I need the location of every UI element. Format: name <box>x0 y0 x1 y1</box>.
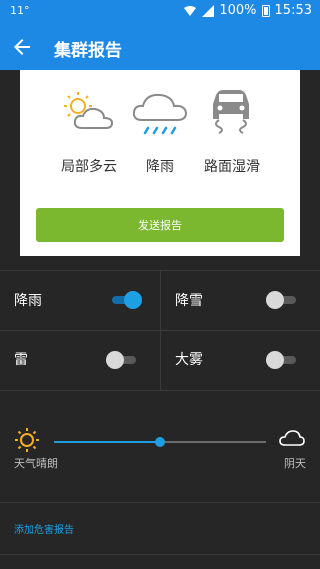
app-bar: 集群报告 <box>0 24 320 70</box>
sun-icon <box>15 428 39 452</box>
wifi-icon <box>184 5 197 16</box>
clear-label: 天气晴朗 <box>14 457 58 470</box>
page-title: 集群报告 <box>54 41 122 61</box>
divider <box>0 554 320 555</box>
slider-thumb[interactable] <box>155 437 165 447</box>
clock: 15:53 <box>274 3 312 18</box>
condition-label: 局部多云 <box>61 159 117 175</box>
thunder-switch[interactable] <box>106 350 140 370</box>
back-arrow-icon[interactable] <box>10 35 34 59</box>
divider <box>0 502 320 503</box>
fog-switch[interactable] <box>266 350 300 370</box>
signal-icon <box>202 4 215 17</box>
snow-switch[interactable] <box>266 290 300 310</box>
condition-label: 路面湿滑 <box>204 159 260 175</box>
rain-switch[interactable] <box>108 290 142 310</box>
condition-label: 降雨 <box>146 159 174 175</box>
divider <box>160 270 161 390</box>
battery-icon <box>261 4 270 17</box>
slippery-road-icon <box>213 90 249 134</box>
rain-icon <box>132 93 188 135</box>
toggle-label: 大雾 <box>175 352 203 368</box>
status-bar: 11° 100% 15:53 <box>0 0 320 24</box>
temperature-indicator: 11° <box>10 4 30 17</box>
divider <box>0 390 320 391</box>
partly-cloudy-icon <box>64 92 114 129</box>
toggle-label: 降雪 <box>175 293 203 309</box>
cloud-icon <box>279 430 305 446</box>
toggle-label: 降雨 <box>14 293 42 309</box>
add-hazard-report-link[interactable]: 添加危害报告 <box>14 521 74 536</box>
overcast-label: 阴天 <box>284 457 306 470</box>
toggle-label: 雷 <box>14 352 28 368</box>
send-report-button[interactable]: 发送报告 <box>36 208 284 242</box>
battery-percent: 100% <box>219 3 257 18</box>
weather-slider[interactable] <box>54 436 266 448</box>
